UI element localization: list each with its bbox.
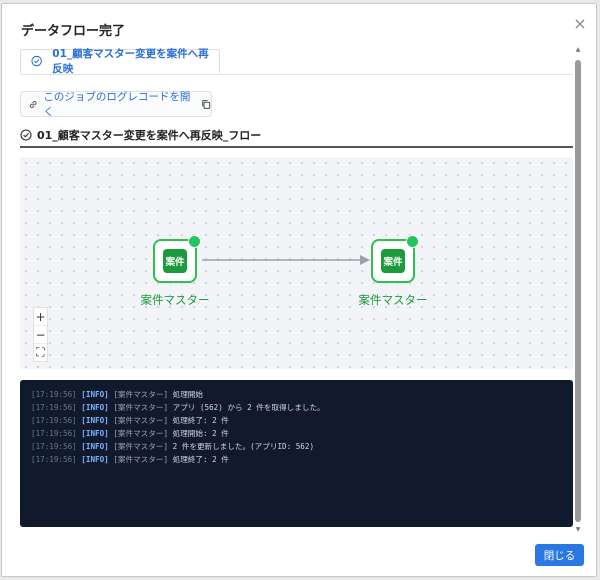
node-badge: 案件 bbox=[381, 249, 405, 273]
scrollbar-thumb[interactable] bbox=[575, 60, 581, 522]
link-icon bbox=[29, 100, 37, 108]
log-line: [17:19:56] [INFO] [案件マスター] 処理開始: 2 件 bbox=[31, 429, 229, 438]
check-circle-icon bbox=[31, 55, 42, 67]
log-line: [17:19:56] [INFO] [案件マスター] 処理終了: 2 件 bbox=[31, 416, 229, 425]
log-line: [17:19:56] [INFO] [案件マスター] アプリ (562) から … bbox=[31, 403, 325, 412]
log-console: [17:19:56] [INFO] [案件マスター] 処理開始 [17:19:5… bbox=[20, 380, 573, 527]
copy-icon[interactable] bbox=[201, 99, 211, 110]
log-line: [17:19:56] [INFO] [案件マスター] 処理終了: 2 件 bbox=[31, 455, 229, 464]
node-label-target: 案件マスター bbox=[358, 293, 428, 307]
flow-header: 01_顧客マスター変更を案件へ再反映_フロー bbox=[20, 124, 573, 148]
node-label-source: 案件マスター bbox=[140, 293, 210, 307]
check-circle-icon bbox=[20, 129, 32, 141]
close-button[interactable]: 閉じる bbox=[535, 544, 584, 566]
flow-title: 01_顧客マスター変更を案件へ再反映_フロー bbox=[37, 129, 262, 142]
open-job-log-label: このジョブのログレコードを開く bbox=[43, 91, 191, 118]
zoom-in-button[interactable]: + bbox=[34, 308, 47, 326]
dialog-title: データフロー完了 bbox=[21, 24, 126, 39]
zoom-out-button[interactable]: − bbox=[34, 326, 47, 344]
flow-node-source[interactable]: 案件 bbox=[153, 235, 201, 283]
scroll-up-arrow-icon[interactable]: ▲ bbox=[574, 46, 582, 54]
flow-edge-arrow bbox=[202, 255, 370, 265]
log-line: [17:19:56] [INFO] [案件マスター] 処理開始 bbox=[31, 390, 203, 399]
close-icon[interactable]: × bbox=[572, 16, 588, 32]
node-badge: 案件 bbox=[163, 249, 187, 273]
flow-canvas[interactable]: 案件 案件マスター 案件 案件マスター + − ⛶ bbox=[20, 157, 573, 369]
log-line: [17:19:56] [INFO] [案件マスター] 2 件を更新しました。(ア… bbox=[31, 442, 315, 451]
tab-bar: 01_顧客マスター変更を案件へ再反映 bbox=[20, 48, 573, 75]
tab-flow-01[interactable]: 01_顧客マスター変更を案件へ再反映 bbox=[20, 48, 220, 75]
scroll-down-arrow-icon[interactable]: ▼ bbox=[574, 526, 582, 534]
flow-node-target[interactable]: 案件 bbox=[371, 235, 419, 283]
fit-view-button[interactable]: ⛶ bbox=[34, 344, 47, 361]
zoom-controls: + − ⛶ bbox=[33, 307, 48, 362]
data-flow-complete-dialog: データフロー完了 × 01_顧客マスター変更を案件へ再反映 このジョブのログレコ… bbox=[1, 3, 597, 577]
vertical-scrollbar[interactable]: ▲ ▼ bbox=[574, 46, 582, 534]
status-dot bbox=[188, 235, 201, 248]
status-dot bbox=[406, 235, 419, 248]
tab-label: 01_顧客マスター変更を案件へ再反映 bbox=[52, 48, 209, 75]
open-job-log-link[interactable]: このジョブのログレコードを開く bbox=[20, 91, 212, 118]
